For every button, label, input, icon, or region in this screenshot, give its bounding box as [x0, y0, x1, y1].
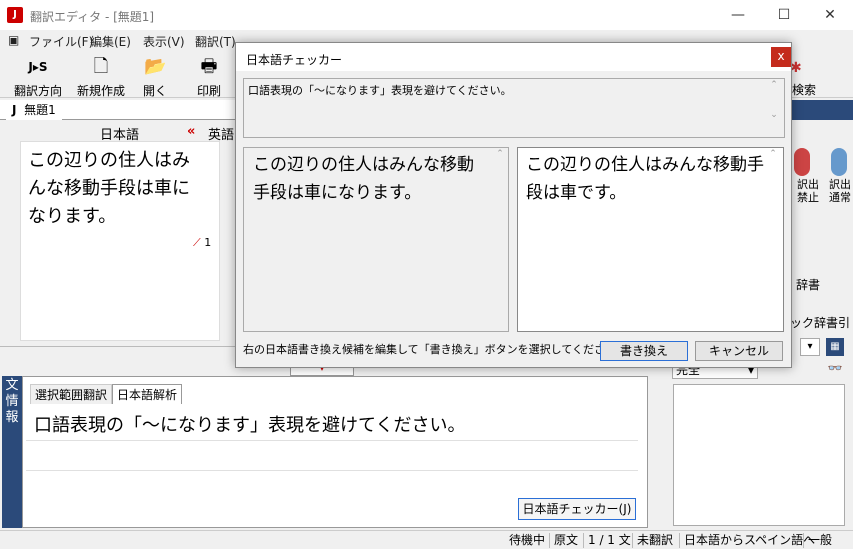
analysis-text: 口語表現の「〜になります」表現を避けてください。 — [34, 415, 466, 436]
menu-translate[interactable]: 翻訳(T) — [195, 33, 236, 50]
cancel-button[interactable]: キャンセル — [695, 341, 783, 361]
new-document-icon: 🗋 — [93, 56, 109, 77]
dialog-hint: 右の日本語書き換え候補を編集して「書き換え」ボタンを選択してください。 — [243, 343, 628, 356]
status-sentence: 1 / 1 文 — [583, 533, 631, 548]
dialog-title: 日本語チェッカー — [246, 53, 343, 67]
direction-label: 翻訳方向 — [13, 84, 62, 98]
candidate-scrollbar[interactable]: ⌃ — [766, 149, 780, 330]
open-label: 開く — [142, 84, 167, 98]
sentence-marker: ⟋ 1 — [193, 236, 212, 249]
direction-icon: J▸S — [28, 60, 48, 74]
new-label: 新規作成 — [76, 84, 125, 98]
candidate-text[interactable]: この辺りの住人はみんな移動手段は車です。 — [526, 151, 766, 207]
doc-tab-label: 無題1 — [24, 103, 56, 117]
dictionary-label: 辞書 — [796, 278, 821, 292]
dictionary-dropdown[interactable]: ▾ — [800, 338, 820, 356]
search-button[interactable]: 検索 — [792, 81, 816, 98]
tab-japanese-analysis[interactable]: 日本語解析 — [112, 384, 183, 404]
maximize-button[interactable]: ☐ — [761, 0, 807, 30]
status-direction: 日本語からスペイン語へ — [679, 533, 815, 548]
close-button[interactable]: ✕ — [807, 0, 853, 30]
dictionary-results-list[interactable] — [673, 384, 845, 526]
menu-edit[interactable]: 編集(E) — [90, 33, 131, 50]
menu-view[interactable]: 表示(V) — [143, 33, 185, 50]
minimize-button[interactable]: — — [715, 0, 761, 30]
right-panel-header — [788, 100, 853, 120]
status-mode: 原文 — [549, 533, 578, 548]
dialog-message: 口語表現の「〜になります」表現を避けてください。 — [248, 84, 512, 97]
tab-selection-translation[interactable]: 選択範囲翻訳 — [30, 384, 113, 404]
no-translate-lever-icon[interactable] — [794, 148, 810, 176]
binoculars-icon[interactable]: 👓 — [825, 361, 845, 379]
window-title: 翻訳エディタ - [無題1] — [30, 10, 155, 24]
no-translate-label: 訳出 禁止 — [797, 178, 819, 204]
info-side-label: 文情報 — [2, 376, 22, 528]
printer-icon: 🖶 — [200, 56, 218, 77]
normal-translate-lever-icon[interactable] — [831, 148, 847, 176]
divider — [26, 440, 638, 441]
sentence-number: 1 — [204, 236, 212, 249]
app-icon: J — [7, 7, 23, 23]
message-scrollbar[interactable]: ⌃ ⌄ — [767, 80, 781, 136]
status-translated: 未翻訳 — [632, 533, 673, 548]
dialog-close-button[interactable]: x — [771, 47, 791, 67]
open-button[interactable]: 📂 開く — [134, 56, 176, 99]
print-label: 印刷 — [196, 84, 221, 98]
original-scrollbar[interactable]: ⌃ — [493, 149, 507, 330]
menu-file[interactable]: ファイル(F) — [29, 33, 93, 50]
new-button[interactable]: 🗋 新規作成 — [74, 56, 128, 99]
normal-translate-label: 訳出 通常 — [829, 178, 851, 204]
divider — [26, 470, 638, 471]
source-text[interactable]: この辺りの住人はみんな移動手段は車になります。 — [28, 147, 206, 231]
menu-doc-icon[interactable]: ▣ — [8, 33, 19, 47]
direction-button[interactable]: J▸S 翻訳方向 — [10, 56, 66, 99]
print-button[interactable]: 🖶 印刷 — [188, 56, 230, 99]
image-icon[interactable]: ▦ — [826, 338, 844, 356]
document-tab[interactable]: J 無題1 — [6, 101, 62, 120]
direction-arrow-icon[interactable]: « — [187, 124, 195, 139]
dictionary-lookup-tab[interactable]: ック辞書引 — [790, 314, 850, 331]
original-text: この辺りの住人はみんな移動手段は車になります。 — [253, 155, 474, 203]
status-field: 一般 — [803, 533, 832, 548]
japanese-checker-button[interactable]: 日本語チェッカー(J) — [518, 498, 636, 520]
doc-tab-prefix: J — [12, 103, 17, 117]
rewrite-button[interactable]: 書き換え — [600, 341, 688, 361]
status-state: 待機中 — [509, 533, 546, 547]
folder-icon: 📂 — [144, 56, 167, 77]
